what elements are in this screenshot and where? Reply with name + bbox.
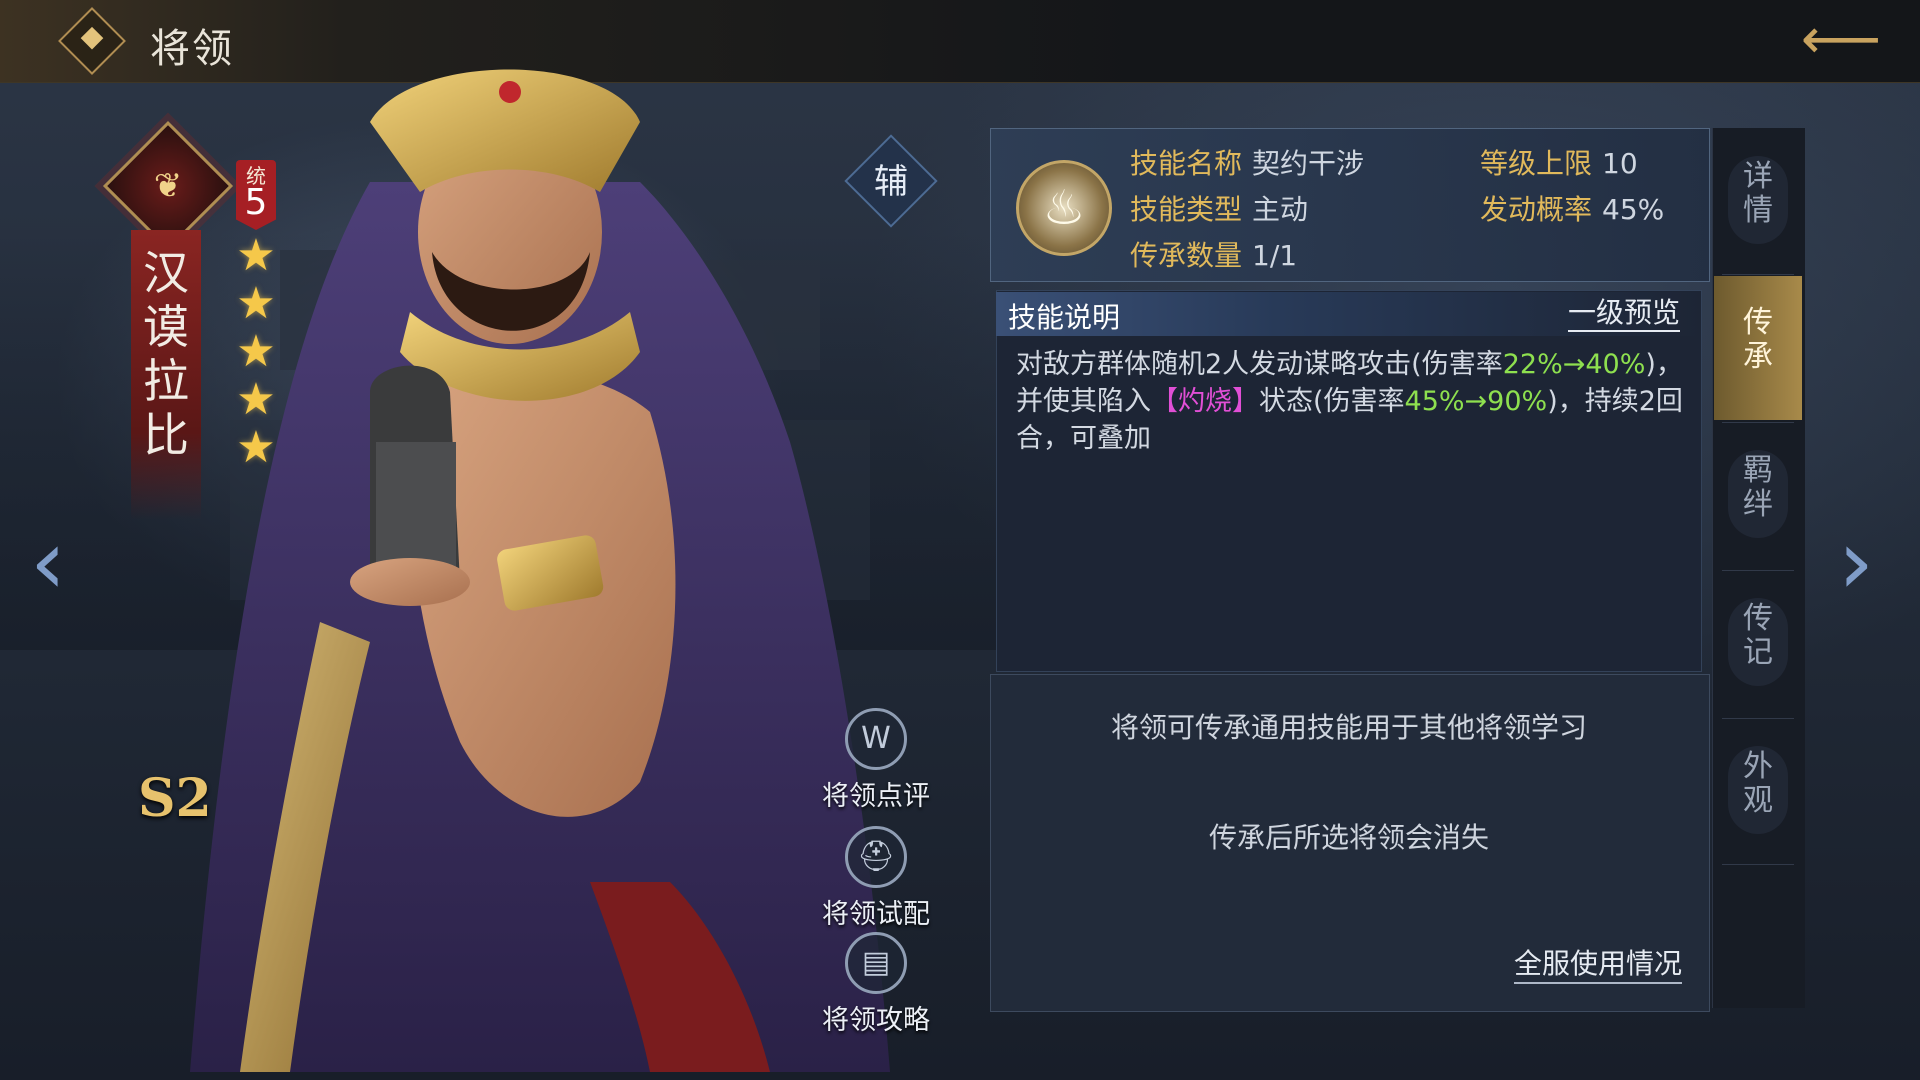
- book-icon: ▤: [845, 932, 907, 994]
- desc-damage-rate: 22%→40%: [1502, 349, 1646, 380]
- tab-appearance-label: 外观: [1743, 749, 1773, 818]
- tab-bond-label: 羁绊: [1743, 453, 1773, 522]
- tab-divider: [1722, 864, 1794, 865]
- desc-part: 状态(伤害率: [1259, 386, 1405, 417]
- hero-review-label: 将领点评: [822, 781, 930, 812]
- tab-divider: [1722, 718, 1794, 719]
- tab-details[interactable]: 详情: [1714, 130, 1802, 274]
- next-hero-arrow-icon[interactable]: ›: [1838, 518, 1874, 608]
- back-arrow-icon[interactable]: ⟵: [1796, 12, 1886, 68]
- desc-part: 对敌方群体随机2人发动谋略攻击(伤害率: [1016, 349, 1503, 380]
- tab-inherit-label: 传承: [1743, 305, 1773, 374]
- hero-guide-label: 将领攻略: [822, 1005, 930, 1036]
- skill-name-value: 契约干涉: [1252, 147, 1365, 180]
- level-one-preview-link[interactable]: 一级预览: [1568, 296, 1681, 332]
- skill-chance-value: 45%: [1602, 193, 1665, 226]
- laurel-icon: ❦: [153, 166, 183, 206]
- tab-biography[interactable]: 传记: [1714, 572, 1802, 716]
- skill-level-value: 10: [1602, 147, 1638, 180]
- command-value: 5: [244, 182, 268, 223]
- hero-guide-button[interactable]: ▤ 将领攻略: [806, 932, 946, 1037]
- season-label: S2: [138, 768, 212, 829]
- review-icon: W: [845, 708, 907, 770]
- inherit-info-line-2: 传承后所选将领会消失: [1208, 821, 1489, 854]
- hero-name: 汉谟拉比: [143, 246, 189, 462]
- skill-flame-icon: ♨: [1016, 160, 1112, 256]
- skill-name-row: 技能名称 契约干涉: [1130, 142, 1364, 182]
- desc-burn-status: 【灼烧】: [1151, 386, 1259, 417]
- skill-chance-key: 发动概率: [1480, 193, 1593, 226]
- skill-inherit-key: 传承数量: [1130, 239, 1243, 272]
- tab-details-label: 详情: [1743, 159, 1773, 228]
- hero-trial-label: 将领试配: [822, 899, 930, 930]
- star-icon: ★: [236, 422, 276, 473]
- skill-type-row: 技能类型 主动: [1130, 188, 1308, 228]
- tab-inherit[interactable]: 传承: [1714, 276, 1802, 420]
- skill-inherit-row: 传承数量 1/1: [1130, 234, 1297, 274]
- role-label: 辅: [874, 162, 908, 202]
- skill-description-text: 对敌方群体随机2人发动谋略攻击(伤害率22%→40%)，并使其陷入【灼烧】状态(…: [1016, 346, 1686, 457]
- skill-description-title: 技能说明: [1008, 301, 1121, 334]
- tab-biography-label: 传记: [1743, 601, 1773, 670]
- server-usage-link[interactable]: 全服使用情况: [1514, 946, 1683, 984]
- star-icon: ★: [236, 230, 276, 281]
- skill-type-value: 主动: [1252, 193, 1309, 226]
- diamond-emblem-icon: [58, 7, 126, 75]
- skill-inherit-value: 1/1: [1252, 239, 1298, 272]
- tab-appearance[interactable]: 外观: [1714, 720, 1802, 864]
- star-icon: ★: [236, 326, 276, 377]
- hero-review-button[interactable]: W 将领点评: [806, 708, 946, 813]
- tab-divider: [1722, 422, 1794, 423]
- tab-bond[interactable]: 羁绊: [1714, 424, 1802, 568]
- skill-level-row: 等级上限 10: [1480, 142, 1638, 182]
- skill-type-key: 技能类型: [1130, 193, 1243, 226]
- star-icon: ★: [236, 278, 276, 329]
- star-rating: ★ ★ ★ ★ ★: [232, 232, 280, 472]
- desc-burn-rate: 45%→90%: [1404, 386, 1548, 417]
- skill-name-key: 技能名称: [1130, 147, 1243, 180]
- helmet-icon: ⛑: [845, 826, 907, 888]
- skill-chance-row: 发动概率 45%: [1480, 188, 1664, 228]
- hero-trial-button[interactable]: ⛑ 将领试配: [806, 826, 946, 931]
- inherit-info-line-1: 将领可传承通用技能用于其他将领学习: [1110, 711, 1587, 744]
- tab-divider: [1722, 274, 1794, 275]
- skill-level-key: 等级上限: [1480, 147, 1593, 180]
- star-icon: ★: [236, 374, 276, 425]
- prev-hero-arrow-icon[interactable]: ‹: [30, 518, 66, 608]
- tab-divider: [1722, 570, 1794, 571]
